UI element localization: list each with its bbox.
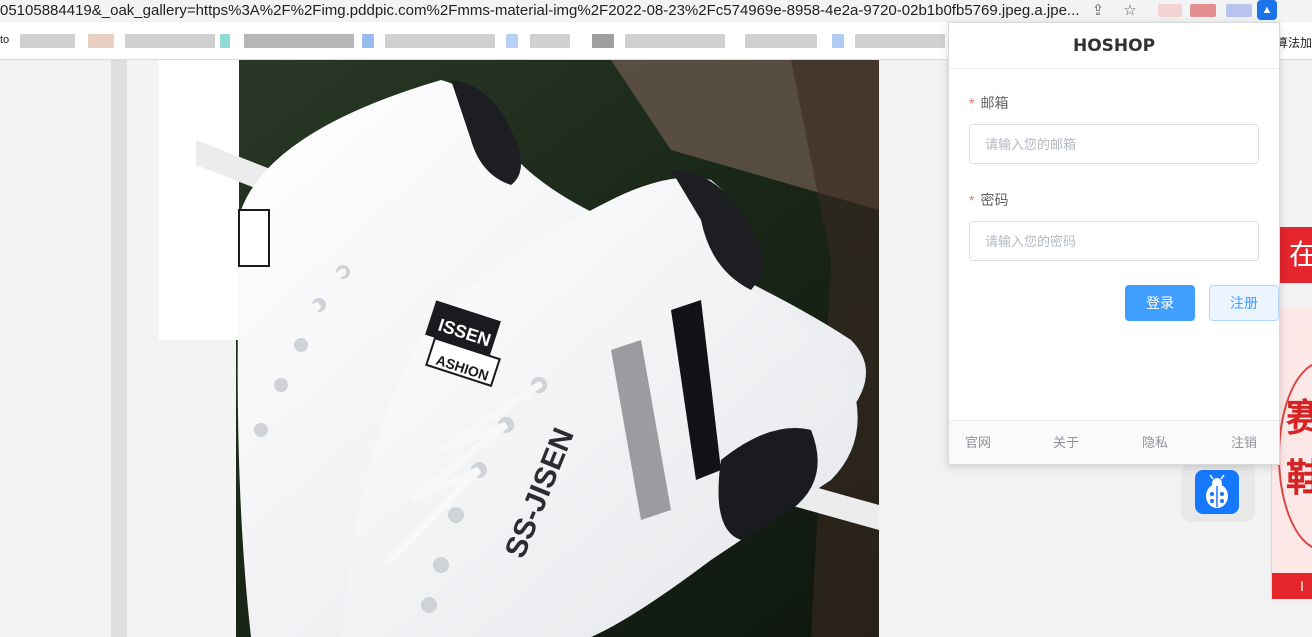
email-label-text: 邮箱 [980, 95, 1009, 111]
floating-bug-button[interactable] [1181, 462, 1255, 522]
red-ad-banner[interactable]: 在 [1279, 227, 1312, 283]
bookmark-item[interactable] [832, 34, 844, 48]
footer-link-about[interactable]: 关于 [1053, 421, 1079, 465]
footer-link-logout[interactable]: 注销 [1231, 421, 1257, 465]
browser-window: 05105884419&_oak_gallery=https%3A%2F%2Fi… [0, 0, 1312, 637]
bookmark-item[interactable] [220, 34, 230, 48]
address-bar[interactable]: 05105884419&_oak_gallery=https%3A%2F%2Fi… [0, 0, 1312, 22]
bookmark-item[interactable] [745, 34, 817, 48]
bookmark-item[interactable] [625, 34, 725, 48]
ad-bottom-strip: I [1272, 573, 1312, 599]
hoshop-extension-icon[interactable]: ▲ [1257, 0, 1277, 20]
share-icon[interactable]: ⇪ [1089, 2, 1107, 20]
email-input[interactable] [969, 124, 1259, 164]
popup-title: HOSHOP [949, 23, 1279, 69]
register-button[interactable]: 注册 [1209, 285, 1279, 321]
bookmark-item[interactable] [20, 34, 75, 48]
star-icon[interactable]: ☆ [1121, 2, 1139, 20]
footer-link-website[interactable]: 官网 [965, 421, 991, 465]
ad-text: 赛 [1286, 387, 1312, 442]
sneaker-photo: SS-JISEN ISSEN ASHION [111, 60, 879, 637]
login-button[interactable]: 登录 [1125, 285, 1195, 321]
bookmark-item[interactable]: 算法加 [1276, 34, 1312, 51]
bookmark-item[interactable] [88, 34, 114, 48]
bookmark-item[interactable] [362, 34, 374, 48]
bookmark-item[interactable] [855, 34, 945, 48]
extension-icon[interactable] [1158, 4, 1182, 17]
extension-icon[interactable] [1190, 4, 1216, 17]
bookmark-item[interactable] [506, 34, 518, 48]
ladybug-icon [1195, 470, 1239, 514]
footer-link-privacy[interactable]: 隐私 [1142, 421, 1168, 465]
password-input[interactable] [969, 221, 1259, 261]
bookmark-item[interactable] [125, 34, 215, 48]
email-label: * 邮箱 [969, 93, 1008, 113]
bookmark-item[interactable] [530, 34, 570, 48]
product-image: SS-JISEN ISSEN ASHION [111, 60, 879, 637]
extension-icon[interactable] [1226, 4, 1252, 17]
bookmark-item[interactable] [385, 34, 495, 48]
bookmark-item[interactable] [592, 34, 614, 48]
url-text[interactable]: 05105884419&_oak_gallery=https%3A%2F%2Fi… [0, 1, 1085, 21]
hoshop-popup: HOSHOP * 邮箱 * 密码 登录 注册 官网 关于 隐私 注销 [948, 22, 1280, 465]
popup-footer: 官网 关于 隐私 注销 [949, 420, 1279, 464]
password-label-text: 密码 [980, 192, 1009, 208]
required-mark: * [969, 192, 975, 208]
required-mark: * [969, 95, 975, 111]
bookmark-item[interactable] [244, 34, 354, 48]
ad-text: 鞋 [1286, 447, 1312, 502]
bookmark-item[interactable]: to [0, 34, 9, 46]
password-label: * 密码 [969, 190, 1008, 210]
